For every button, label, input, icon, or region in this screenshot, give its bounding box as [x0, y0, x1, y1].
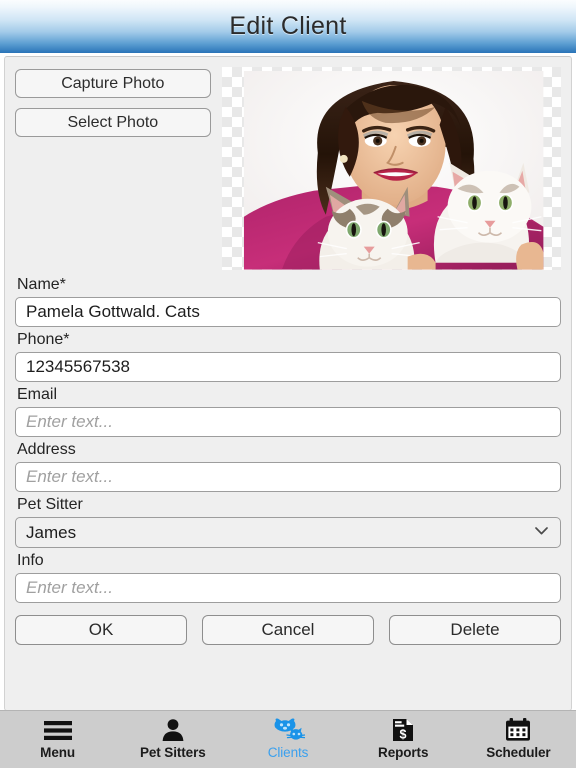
- capture-photo-button[interactable]: Capture Photo: [15, 69, 211, 98]
- dog-cat-icon: [271, 717, 305, 743]
- field-name: Name*: [15, 276, 561, 327]
- field-address: Address: [15, 441, 561, 492]
- photo-buttons-group: Capture Photo Select Photo: [15, 67, 211, 137]
- document-dollar-icon: $: [391, 717, 415, 743]
- name-input[interactable]: [15, 297, 561, 327]
- cancel-button[interactable]: Cancel: [202, 615, 374, 645]
- field-email: Email: [15, 386, 561, 437]
- tab-scheduler-label: Scheduler: [486, 745, 551, 760]
- select-photo-button[interactable]: Select Photo: [15, 108, 211, 137]
- email-input[interactable]: [15, 407, 561, 437]
- field-info: Info: [15, 552, 561, 603]
- app-header: Edit Client: [0, 0, 576, 53]
- screen-body: Capture Photo Select Photo Name* Pamela …: [0, 56, 576, 768]
- tab-clients[interactable]: Clients: [230, 717, 345, 760]
- tab-pet-sitters[interactable]: Pet Sitters: [115, 717, 230, 760]
- address-label: Address: [17, 441, 76, 458]
- field-pet-sitter: Pet Sitter James: [15, 496, 561, 548]
- calendar-icon: [505, 717, 531, 743]
- phone-label: Phone*: [17, 331, 70, 348]
- address-input[interactable]: [15, 462, 561, 492]
- info-input[interactable]: [15, 573, 561, 603]
- bottom-tab-bar: Menu Pet Sitters Clients $ Reports Sched…: [0, 710, 576, 768]
- client-photo[interactable]: [221, 67, 561, 270]
- phone-input[interactable]: [15, 352, 561, 382]
- info-label: Info: [17, 552, 44, 569]
- delete-button[interactable]: Delete: [389, 615, 561, 645]
- edit-client-form-panel: Capture Photo Select Photo Name* Pamela …: [4, 56, 572, 711]
- ok-button[interactable]: OK: [15, 615, 187, 645]
- woman-with-two-cats-photo: [243, 70, 544, 270]
- svg-text:$: $: [400, 727, 407, 741]
- tab-reports-label: Reports: [378, 745, 429, 760]
- photo-section: Capture Photo Select Photo: [15, 67, 561, 272]
- hamburger-menu-icon: [43, 717, 72, 743]
- pet-sitter-label: Pet Sitter: [17, 496, 83, 513]
- pet-sitter-select-wrap: James: [15, 517, 561, 548]
- person-icon: [161, 717, 185, 743]
- email-label: Email: [17, 386, 58, 403]
- tab-scheduler[interactable]: Scheduler: [461, 717, 576, 760]
- tab-pet-sitters-label: Pet Sitters: [139, 745, 206, 760]
- form-actions: OK Cancel Delete: [15, 615, 561, 645]
- tab-menu-label: Menu: [40, 745, 76, 760]
- tab-menu[interactable]: Menu: [0, 717, 115, 760]
- pet-sitter-select[interactable]: James: [15, 517, 561, 548]
- tab-reports[interactable]: $ Reports: [346, 717, 461, 760]
- page-title: Edit Client: [229, 12, 347, 40]
- field-phone: Phone*: [15, 331, 561, 382]
- tab-clients-label: Clients: [267, 745, 309, 760]
- name-label: Name*: [17, 276, 66, 293]
